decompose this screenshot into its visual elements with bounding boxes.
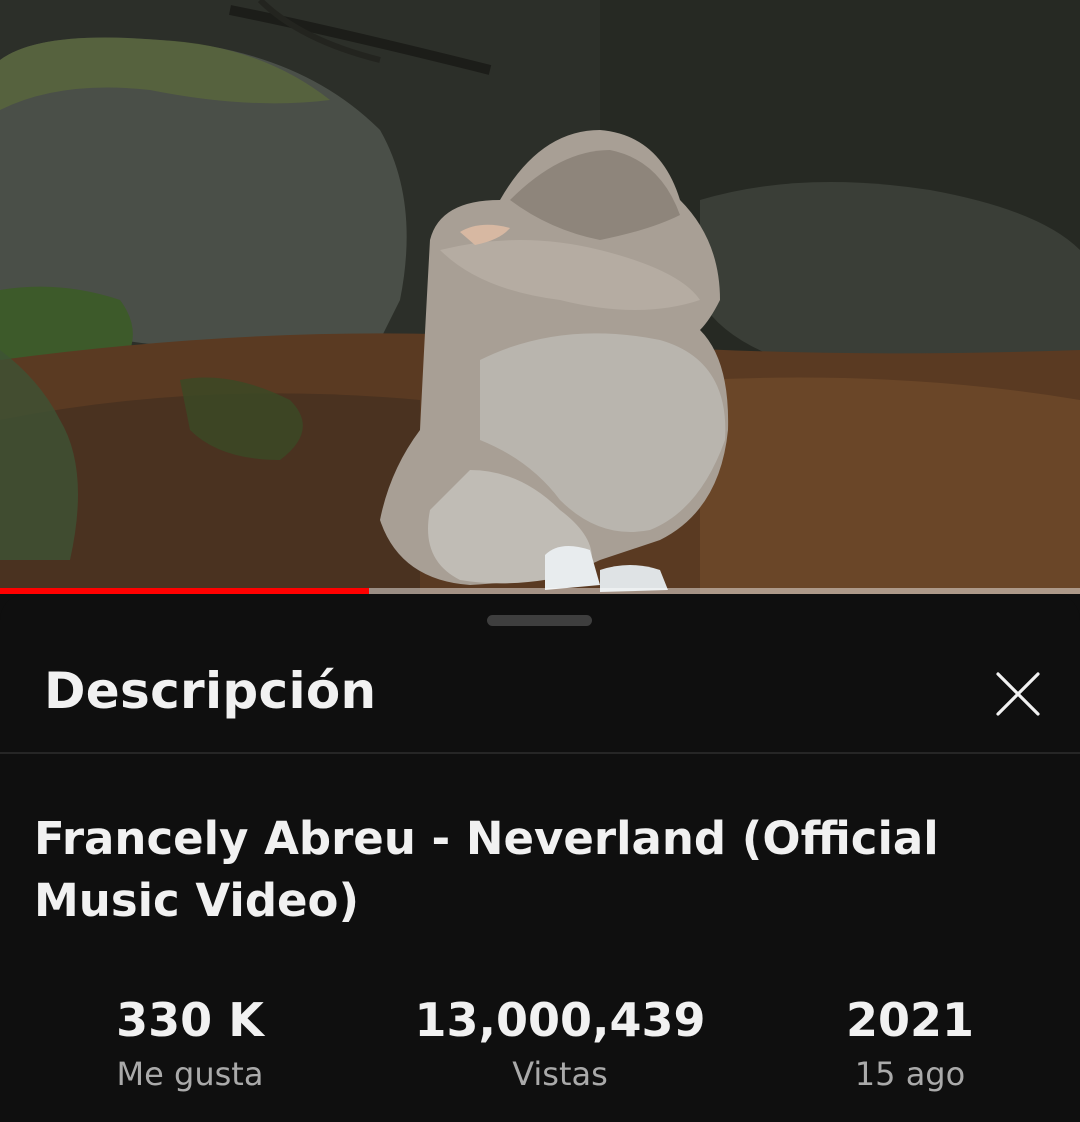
- views-count: 13,000,439: [414, 993, 706, 1047]
- screen: Descripción Francely Abreu - Neverland (…: [0, 0, 1080, 1122]
- header-divider: [0, 752, 1080, 754]
- date-stat: 2021 15 ago: [750, 992, 1070, 1094]
- video-frame: [0, 0, 1080, 594]
- publish-year: 2021: [845, 993, 975, 1047]
- publish-date: 15 ago: [854, 1055, 966, 1093]
- sheet-header: Descripción: [0, 642, 1080, 752]
- close-icon: [996, 672, 1040, 716]
- sheet-title: Descripción: [44, 662, 377, 720]
- likes-count: 330 K: [116, 993, 264, 1047]
- stats-row: 330 K Me gusta 13,000,439 Vistas 2021 15…: [0, 992, 1080, 1102]
- likes-stat: 330 K Me gusta: [30, 992, 350, 1094]
- close-button[interactable]: [982, 658, 1054, 730]
- views-label: Vistas: [512, 1055, 608, 1093]
- views-stat: 13,000,439 Vistas: [400, 992, 720, 1094]
- likes-label: Me gusta: [116, 1055, 264, 1093]
- description-sheet: Descripción Francely Abreu - Neverland (…: [0, 594, 1080, 1122]
- video-player[interactable]: [0, 0, 1080, 594]
- video-title: Francely Abreu - Neverland (Official Mus…: [34, 812, 939, 927]
- drag-handle[interactable]: [487, 615, 592, 626]
